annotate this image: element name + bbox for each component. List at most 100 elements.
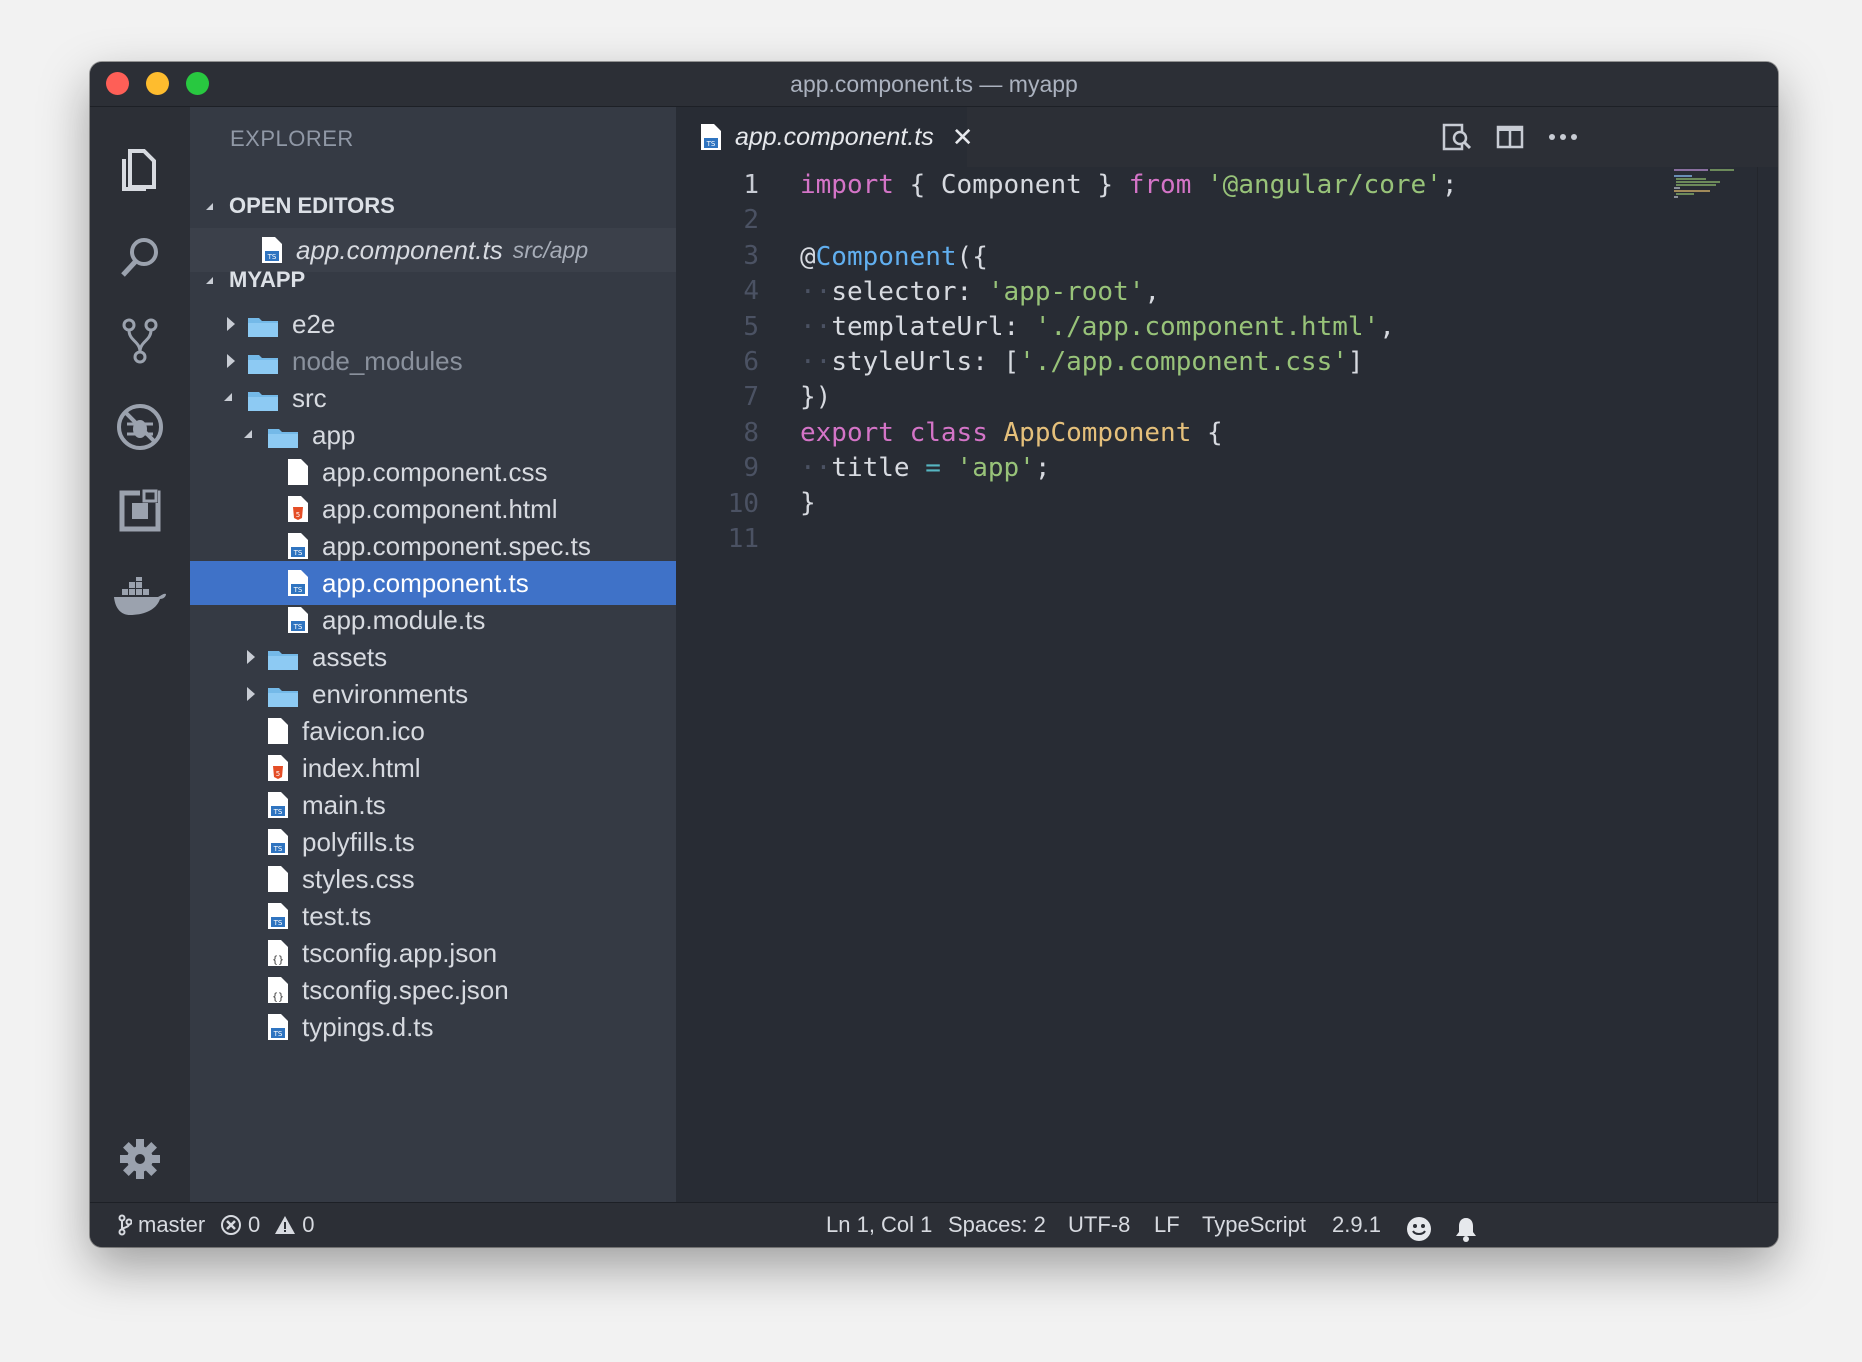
- debug-icon[interactable]: [108, 395, 172, 459]
- explorer-icon[interactable]: [108, 137, 172, 201]
- notifications-bell-icon[interactable]: [1454, 1213, 1478, 1247]
- line-number: 2: [743, 205, 759, 235]
- tree-item-label: node_modules: [292, 345, 463, 376]
- problems-indicator[interactable]: 0 0: [220, 1203, 315, 1247]
- sidebar-title: EXPLORER: [230, 126, 354, 151]
- line-number: 11: [727, 524, 759, 554]
- chevron-down-icon[interactable]: [242, 425, 262, 445]
- line-number: 8: [743, 418, 759, 448]
- code-editor[interactable]: 1 2 3 4 5 6 7 8 9 10 11 import { Component } from …: [677, 167, 1778, 1203]
- extensions-icon[interactable]: [108, 479, 172, 543]
- svg-text:TS: TS: [273, 845, 283, 853]
- tree-item-label: src: [292, 382, 327, 413]
- code-line-4: ··selector: 'app-root',: [800, 277, 1161, 307]
- typescript-file-icon: TS: [288, 607, 308, 633]
- chevron-right-icon[interactable]: [222, 314, 242, 334]
- tree-file[interactable]: TS typings.d.ts: [190, 1005, 676, 1049]
- tree-item-label: app.component.html: [322, 493, 558, 524]
- branch-indicator[interactable]: master: [118, 1203, 205, 1247]
- svg-text:TS: TS: [273, 1030, 283, 1038]
- tab-app-component-ts[interactable]: TS app.component.ts ✕: [677, 107, 974, 167]
- typescript-file-icon: TS: [701, 124, 721, 150]
- tab-bar: TS app.component.ts ✕: [677, 107, 1778, 167]
- docker-icon[interactable]: [108, 565, 172, 629]
- activity-bar: [90, 107, 190, 1203]
- file-icon: [268, 718, 288, 744]
- tree-item-label: polyfills.ts: [302, 826, 415, 857]
- line-number: 9: [743, 453, 759, 483]
- svg-text:TS: TS: [273, 919, 283, 927]
- feedback-smiley-icon[interactable]: [1406, 1213, 1432, 1247]
- tree-item-label: favicon.ico: [302, 715, 425, 746]
- language-mode[interactable]: TypeScript: [1202, 1203, 1306, 1247]
- tree-item-label: typings.d.ts: [302, 1011, 434, 1042]
- code-line-6: ··styleUrls: ['./app.component.css']: [800, 347, 1364, 377]
- tree-item-label: main.ts: [302, 789, 386, 820]
- tree-item-label: tsconfig.spec.json: [302, 974, 509, 1005]
- code-line-8: export class AppComponent {: [800, 418, 1223, 448]
- chevron-right-icon[interactable]: [242, 647, 262, 667]
- tree-item-label: app.component.spec.ts: [322, 530, 591, 561]
- svg-text:TS: TS: [706, 140, 716, 148]
- indentation-setting[interactable]: Spaces: 2: [948, 1203, 1046, 1247]
- collapse-icon: [206, 202, 213, 210]
- error-count: 0: [248, 1212, 261, 1237]
- tree-item-label: app: [312, 419, 356, 450]
- folder-icon: [248, 350, 278, 374]
- warning-icon: [275, 1216, 296, 1234]
- svg-text:5: 5: [296, 511, 300, 519]
- html-file-icon: 5: [268, 755, 288, 781]
- cursor-position[interactable]: Ln 1, Col 1: [826, 1203, 932, 1247]
- tree-item-label: index.html: [302, 752, 421, 783]
- explorer-sidebar: EXPLORER OPEN EDITORS TS app.component.t…: [190, 107, 676, 1203]
- error-icon: [221, 1215, 241, 1235]
- svg-text:TS: TS: [293, 586, 303, 594]
- more-actions-icon[interactable]: [1545, 121, 1581, 153]
- file-icon: [268, 866, 288, 892]
- source-control-icon[interactable]: [108, 309, 172, 373]
- tree-item-label: app.module.ts: [322, 604, 486, 635]
- tab-label: app.component.ts: [735, 122, 934, 151]
- typescript-version[interactable]: 2.9.1: [1332, 1203, 1381, 1247]
- window-title: app.component.ts — myapp: [790, 71, 1078, 97]
- svg-text:TS: TS: [273, 808, 283, 816]
- tree-item-label: test.ts: [302, 900, 372, 931]
- folder-icon: [248, 387, 278, 411]
- tree-item-label: e2e: [292, 308, 336, 339]
- tree-item-label: styles.css: [302, 863, 415, 894]
- tab-close-button[interactable]: ✕: [952, 122, 974, 153]
- code-line-3: @Component({: [800, 242, 988, 272]
- split-editor-icon[interactable]: [1492, 121, 1528, 153]
- json-file-icon: {}: [268, 940, 288, 966]
- line-number: 7: [743, 382, 759, 412]
- code-line-10: }: [800, 488, 816, 518]
- chevron-right-icon[interactable]: [222, 351, 242, 371]
- line-number: 4: [743, 276, 759, 306]
- search-icon[interactable]: [108, 225, 172, 289]
- title-bar: app.component.ts — myapp: [90, 62, 1778, 107]
- svg-text:{}: {}: [272, 955, 284, 966]
- tree-item-label: tsconfig.app.json: [302, 937, 498, 968]
- open-editors-header[interactable]: OPEN EDITORS: [190, 184, 676, 228]
- typescript-file-icon: TS: [268, 829, 288, 855]
- line-number: 5: [743, 312, 759, 342]
- code-line-5: ··templateUrl: './app.component.html',: [800, 312, 1395, 342]
- tree-item-label: app.component.css: [322, 456, 548, 487]
- eol-setting[interactable]: LF: [1154, 1203, 1180, 1247]
- project-header[interactable]: MYAPP: [190, 258, 676, 302]
- line-number: 6: [743, 347, 759, 377]
- tree-item-label: environments: [312, 678, 469, 709]
- vertical-scrollbar[interactable]: [1757, 167, 1778, 1203]
- typescript-file-icon: TS: [288, 533, 308, 559]
- status-bar: master 0 0 Ln 1, Col 1 Spaces: 2 UTF-8 L…: [90, 1202, 1778, 1247]
- chevron-down-icon[interactable]: [222, 388, 242, 408]
- typescript-file-icon: TS: [288, 570, 308, 596]
- chevron-right-icon[interactable]: [242, 684, 262, 704]
- open-preview-icon[interactable]: [1439, 121, 1475, 153]
- tree-item-label: assets: [312, 641, 388, 672]
- minimap[interactable]: [1672, 167, 1742, 207]
- file-icon: [288, 459, 308, 485]
- gear-icon[interactable]: [108, 1127, 172, 1191]
- typescript-file-icon: TS: [268, 792, 288, 818]
- encoding-setting[interactable]: UTF-8: [1068, 1203, 1130, 1247]
